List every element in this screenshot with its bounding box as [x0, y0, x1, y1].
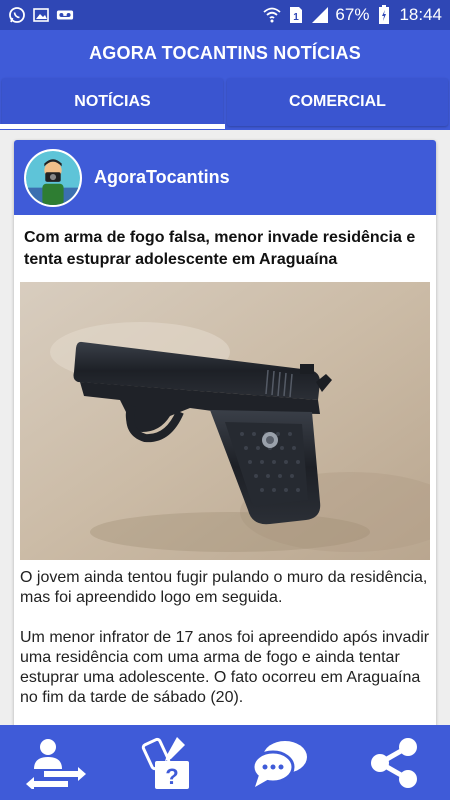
svg-text:1: 1: [294, 12, 300, 23]
battery-icon: [375, 5, 393, 24]
tab-indicator: [0, 124, 225, 129]
svg-text:?: ?: [165, 764, 178, 789]
chat-icon: [251, 740, 308, 787]
tab-noticias[interactable]: NOTÍCIAS: [2, 78, 223, 126]
post-paragraph: Um menor infrator de 17 anos foi apreend…: [20, 629, 430, 706]
voicemail-icon: [56, 6, 74, 24]
transfer-button[interactable]: [16, 725, 96, 800]
app-title: AGORA TOCANTINS NOTÍCIAS: [89, 42, 361, 63]
bottom-nav: ?: [0, 725, 450, 800]
share-icon: [370, 737, 417, 788]
post-image[interactable]: [20, 282, 430, 560]
post-card[interactable]: AgoraTocantins Com arma de fogo falsa, m…: [14, 140, 436, 740]
author-name[interactable]: AgoraTocantins: [94, 167, 230, 188]
tab-bar: NOTÍCIAS COMERCIAL: [0, 76, 450, 130]
app-bar: AGORA TOCANTINS NOTÍCIAS: [0, 30, 450, 76]
services-button[interactable]: ?: [129, 725, 209, 800]
whatsapp-icon: [8, 6, 26, 24]
tab-comercial[interactable]: COMERCIAL: [227, 78, 448, 126]
post-paragraph: O jovem ainda tentou fugir pulando o mur…: [20, 569, 428, 606]
services-icon: ?: [141, 736, 189, 789]
share-button[interactable]: [354, 725, 434, 800]
post-header: AgoraTocantins: [14, 140, 436, 215]
transfer-icon: [26, 738, 87, 789]
sim-icon: 1: [287, 6, 305, 24]
post-body: O jovem ainda tentou fugir pulando o mur…: [14, 560, 436, 708]
chat-button[interactable]: [241, 725, 321, 800]
status-bar: 1 67% 18:44: [0, 0, 450, 30]
battery-percent: 67%: [335, 5, 370, 24]
avatar[interactable]: [24, 148, 82, 207]
wifi-icon: [263, 6, 282, 24]
image-icon: [32, 6, 50, 24]
pistol-photo: [20, 282, 430, 560]
clock: 18:44: [399, 5, 442, 24]
signal-icon: [311, 6, 329, 24]
post-headline[interactable]: Com arma de fogo falsa, menor invade res…: [14, 215, 436, 271]
